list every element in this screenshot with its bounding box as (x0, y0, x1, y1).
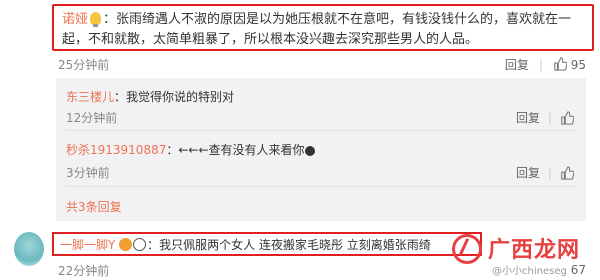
action-separator: | (547, 165, 552, 180)
view-all-replies-link[interactable]: 共3条回复 (66, 198, 122, 215)
reply-divider (66, 130, 576, 131)
emoji-icon (304, 146, 315, 156)
watermark-logo-icon (452, 234, 482, 264)
reply-button[interactable]: 回复 (516, 164, 540, 181)
reply-actions: 回复 | (516, 164, 574, 181)
reply-actions: 回复 | (516, 109, 574, 126)
reply-time: 12分钟前 (66, 111, 118, 125)
comment-time: 22分钟前 (58, 264, 110, 278)
reply-item: 东三楼儿：我觉得你说的特别对 (66, 88, 234, 105)
reply-button[interactable]: 回复 (516, 109, 540, 126)
like-button[interactable]: 95 (553, 57, 586, 72)
watermark-text: 广西龙网 (488, 238, 581, 263)
highlighted-comment: 一脚一脚Y ：我只佩服两个女人 连夜搬家毛晓彤 立刻离婚张雨绮 (52, 232, 482, 256)
reply-button[interactable]: 回复 (505, 56, 529, 73)
comment-username[interactable]: 诺娅 (62, 12, 88, 27)
reply-text: ：我觉得你说的特别对 (114, 90, 235, 104)
comment-actions: 回复 | 95 (505, 56, 586, 73)
thumb-up-icon[interactable] (560, 165, 574, 180)
reply-time: 3分钟前 (66, 166, 110, 180)
reply-item: 秒杀1913910887：←←←查有没有人来看你 (66, 141, 316, 158)
comment-actions: 67 (571, 263, 586, 277)
action-separator: | (538, 57, 543, 72)
reply-username[interactable]: 东三楼儿 (66, 90, 114, 104)
comment-time: 25分钟前 (58, 58, 110, 72)
like-count: 67 (570, 263, 586, 277)
watermark-subtext: @小小chineseg (492, 266, 567, 277)
comment-text: ：张雨绮遇人不淑的原因是以为她压根就不在意吧，有钱没钱什么的，喜欢就在一起，不和… (62, 12, 572, 47)
panda-emoji-icon (133, 238, 147, 251)
comment-username[interactable]: 一脚一脚Y (60, 238, 115, 252)
reply-list: 东三楼儿：我觉得你说的特别对 12分钟前 回复 | 秒杀1913910887：←… (56, 78, 586, 221)
like-count: 95 (570, 58, 586, 72)
reply-text: ：←←←查有没有人来看你 (166, 143, 305, 157)
thumb-up-icon[interactable] (560, 110, 574, 125)
avatar[interactable] (14, 232, 44, 266)
reply-username[interactable]: 秒杀1913910887 (66, 143, 166, 157)
highlighted-comment: 诺娅 ：张雨绮遇人不淑的原因是以为她压根就不在意吧，有钱没钱什么的，喜欢就在一起，… (52, 4, 594, 51)
action-separator: | (547, 110, 552, 125)
comment-text: ：我只佩服两个女人 连夜搬家毛晓彤 立刻离婚张雨绮 (147, 238, 431, 252)
thumb-up-icon (554, 57, 567, 71)
emoji-icon (119, 238, 133, 251)
reply-divider (66, 186, 576, 187)
watermark: 广西龙网 @小小chineseg (452, 232, 582, 277)
bulb-icon (90, 12, 102, 27)
